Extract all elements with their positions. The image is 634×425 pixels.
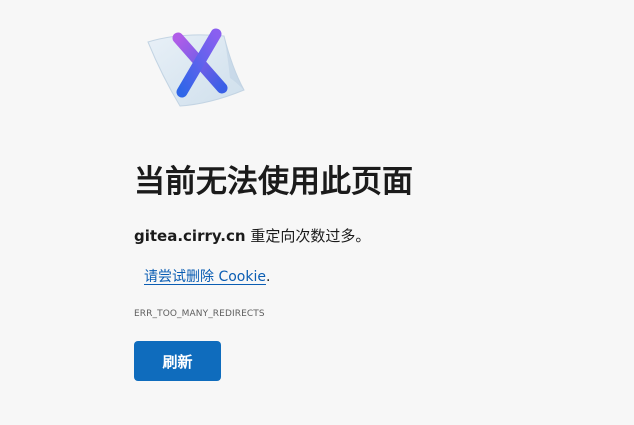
error-host: gitea.cirry.cn <box>134 227 246 245</box>
error-document-x-icon <box>140 28 252 110</box>
delete-cookies-link[interactable]: 请尝试删除 Cookie <box>144 269 266 285</box>
error-page: 当前无法使用此页面 gitea.cirry.cn 重定向次数过多。 请尝试删除 … <box>0 0 634 425</box>
suggestion-punct: . <box>265 269 271 285</box>
suggestion: 请尝试删除 Cookie. <box>144 267 270 287</box>
page-title: 当前无法使用此页面 <box>134 164 413 200</box>
error-message-text: 重定向次数过多。 <box>245 227 371 245</box>
refresh-button[interactable]: 刷新 <box>134 341 221 381</box>
error-message: gitea.cirry.cn 重定向次数过多。 <box>134 226 370 246</box>
error-code: ERR_TOO_MANY_REDIRECTS <box>134 309 265 319</box>
